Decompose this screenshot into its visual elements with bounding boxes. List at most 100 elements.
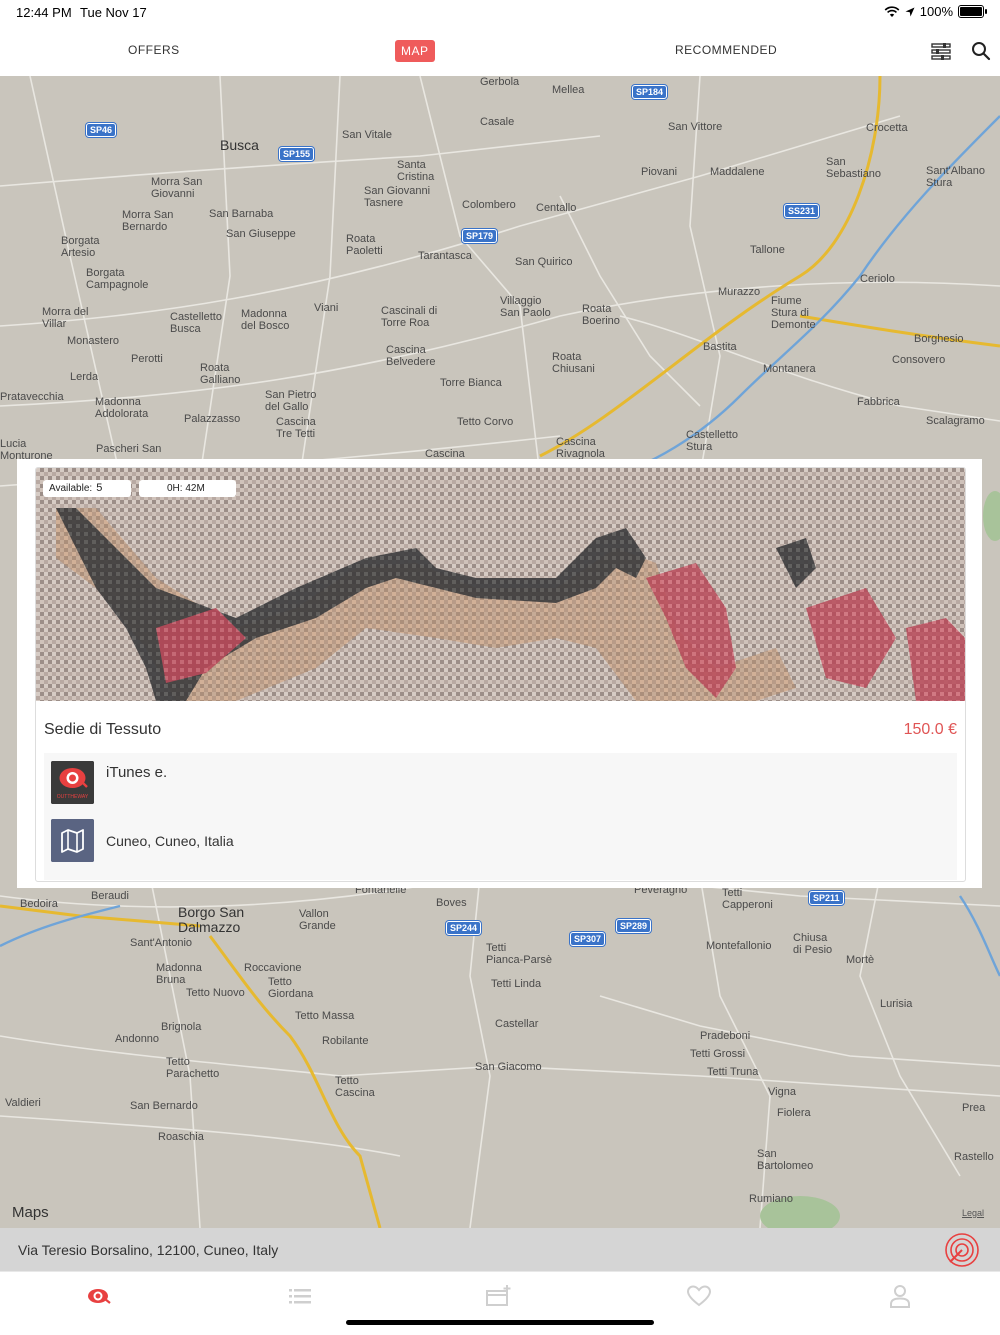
- offer-location[interactable]: Cuneo, Cuneo, Italia: [106, 833, 234, 849]
- map-place-label: San Bernardo: [130, 1100, 198, 1112]
- profile-icon[interactable]: [887, 1283, 913, 1309]
- radar-icon[interactable]: [944, 1232, 980, 1268]
- battery-icon: [958, 5, 987, 18]
- map-place-label: Tetto Nuovo: [186, 987, 245, 999]
- map-place-label: Torre Bianca: [440, 377, 502, 389]
- tab-recommended[interactable]: RECOMMENDED: [675, 43, 777, 57]
- map-place-label: Maddalene: [710, 166, 765, 178]
- map-place-label: Fiume Stura di Demonte: [771, 295, 816, 331]
- status-bar: 12:44 PM Tue Nov 17 100%: [0, 0, 1000, 26]
- map-place-label: Viani: [314, 302, 339, 314]
- search-icon[interactable]: [970, 40, 992, 62]
- offer-card-container: Available: 5 0H: 42M Sedie di Tessuto 150…: [17, 459, 982, 888]
- map-place-label: Madonna del Bosco: [241, 308, 290, 332]
- map-place-label: Roccavione: [244, 962, 302, 974]
- road-shield: SS231: [784, 204, 820, 218]
- map-place-label: Fiolera: [777, 1107, 811, 1119]
- map-place-label: San Giovanni Tasnere: [364, 185, 431, 209]
- map-place-label: Sant'Antonio: [130, 937, 193, 949]
- map-place-label: Bastita: [703, 341, 737, 353]
- road-shield: SP184: [632, 85, 668, 99]
- map-place-label: Tetto Parachetto: [166, 1056, 220, 1080]
- map-place-label: Roata Chiusani: [552, 351, 595, 375]
- filter-sliders-icon[interactable]: [930, 40, 952, 62]
- map-place-label: Rastello: [954, 1151, 994, 1163]
- status-right: 100%: [884, 4, 987, 19]
- map-place-label: Lerda: [70, 371, 99, 383]
- map-place-label: Mortè: [846, 954, 875, 966]
- map-place-label: San Sebastiano: [826, 156, 882, 180]
- offer-title: Sedie di Tessuto: [44, 721, 162, 738]
- map-place-label: San Giuseppe: [226, 228, 296, 240]
- map-place-label: Consovero: [892, 354, 946, 366]
- map-place-label: Colombero: [462, 199, 516, 211]
- map-place-label: Tetti Pianca-Parsè: [486, 942, 553, 966]
- road-shield: SP289: [616, 919, 652, 933]
- road-shield: SP244: [446, 921, 482, 935]
- map-place-label: Scalagramo: [926, 415, 985, 427]
- tab-offers[interactable]: OFFERS: [128, 43, 180, 57]
- available-label: Available:: [49, 483, 93, 494]
- map-place-label: San Bartolomeo: [757, 1148, 814, 1172]
- map-place-label: Tetti Grossi: [690, 1048, 746, 1060]
- map-place-label: Madonna Bruna: [156, 962, 202, 986]
- map-place-label: Cascina Rivagnola: [556, 436, 605, 460]
- map-place-label: Tallone: [750, 244, 785, 256]
- map-place-label: Andonno: [115, 1033, 160, 1045]
- map-place-label: Montanera: [763, 363, 816, 375]
- map-place-label: Borgata Artesio: [61, 235, 100, 259]
- time-left-badge: 0H: 42M: [139, 480, 236, 497]
- address-bar: Via Teresio Borsalino, 12100, Cuneo, Ita…: [0, 1228, 1000, 1271]
- eye-icon[interactable]: [86, 1283, 112, 1309]
- offer-card[interactable]: Available: 5 0H: 42M Sedie di Tessuto 150…: [35, 467, 966, 882]
- seller-logo[interactable]: OUTTHEWAY: [51, 761, 94, 804]
- map-place-label: Mellea: [552, 84, 585, 96]
- maps-attribution-text: Maps: [12, 1204, 49, 1221]
- map-place-label: Tetto Corvo: [457, 416, 514, 428]
- seller-name[interactable]: iTunes e.: [106, 764, 167, 781]
- map-place-label: Villaggio San Paolo: [500, 295, 551, 319]
- map-place-label: Busca: [220, 137, 259, 153]
- map-place-label: Roaschia: [158, 1131, 204, 1143]
- seller-logo-text: OUTTHEWAY: [57, 794, 89, 800]
- map-place-label: Borgo San Dalmazzo: [178, 904, 245, 935]
- map-place-label: Centallo: [536, 202, 577, 214]
- road-shield: SP211: [809, 891, 844, 905]
- road-shield: SP307: [570, 932, 606, 946]
- map-place-label: Tetti Capperoni: [722, 887, 773, 911]
- heart-icon[interactable]: [686, 1283, 712, 1309]
- map-place-label: Tetti Linda: [491, 978, 542, 990]
- new-card-icon[interactable]: [486, 1283, 512, 1309]
- legal-link[interactable]: Legal: [962, 1208, 984, 1218]
- map-place-label: Tetto Massa: [295, 1010, 355, 1022]
- map-place-label: Santa Cristina: [397, 159, 435, 183]
- map-place-label: Morra San Bernardo: [122, 209, 174, 233]
- map-place-label: Prea: [962, 1102, 986, 1114]
- map-place-label: Vallon Grande: [299, 908, 336, 932]
- map-place-label: Robilante: [322, 1035, 369, 1047]
- map-icon[interactable]: [51, 819, 94, 862]
- map-place-label: Piovani: [641, 166, 678, 178]
- map-place-label: Cascina Belvedere: [386, 344, 436, 368]
- map-place-label: San Quirico: [515, 256, 573, 268]
- map-place-label: San Pietro del Gallo: [265, 389, 317, 413]
- map-place-label: Cascina Tre Tetti: [276, 416, 316, 440]
- map-place-label: Brignola: [161, 1021, 202, 1033]
- map-place-label: Bedoira: [20, 898, 58, 910]
- road-shield: SP46: [86, 123, 117, 137]
- top-navigation: OFFERS MAP RECOMMENDED: [0, 26, 1000, 77]
- map-place-label: Roata Paoletti: [346, 233, 383, 257]
- map-place-label: Castelletto Busca: [170, 311, 222, 335]
- map-place-label: Monastero: [67, 335, 119, 347]
- map-place-label: Roata Boerino: [582, 303, 620, 327]
- map-place-label: Gerbola: [480, 76, 520, 88]
- status-time: 12:44 PM: [16, 5, 72, 20]
- available-badge: Available: 5: [43, 480, 131, 497]
- map-place-label: Vigna: [768, 1086, 796, 1098]
- map-place-label: Casale: [480, 116, 515, 128]
- list-icon[interactable]: [287, 1283, 313, 1309]
- map-place-label: Cascinali di Torre Roa: [381, 305, 438, 329]
- map-place-label: Boves: [436, 897, 467, 909]
- current-address: Via Teresio Borsalino, 12100, Cuneo, Ita…: [18, 1242, 279, 1258]
- tab-map[interactable]: MAP: [395, 40, 435, 62]
